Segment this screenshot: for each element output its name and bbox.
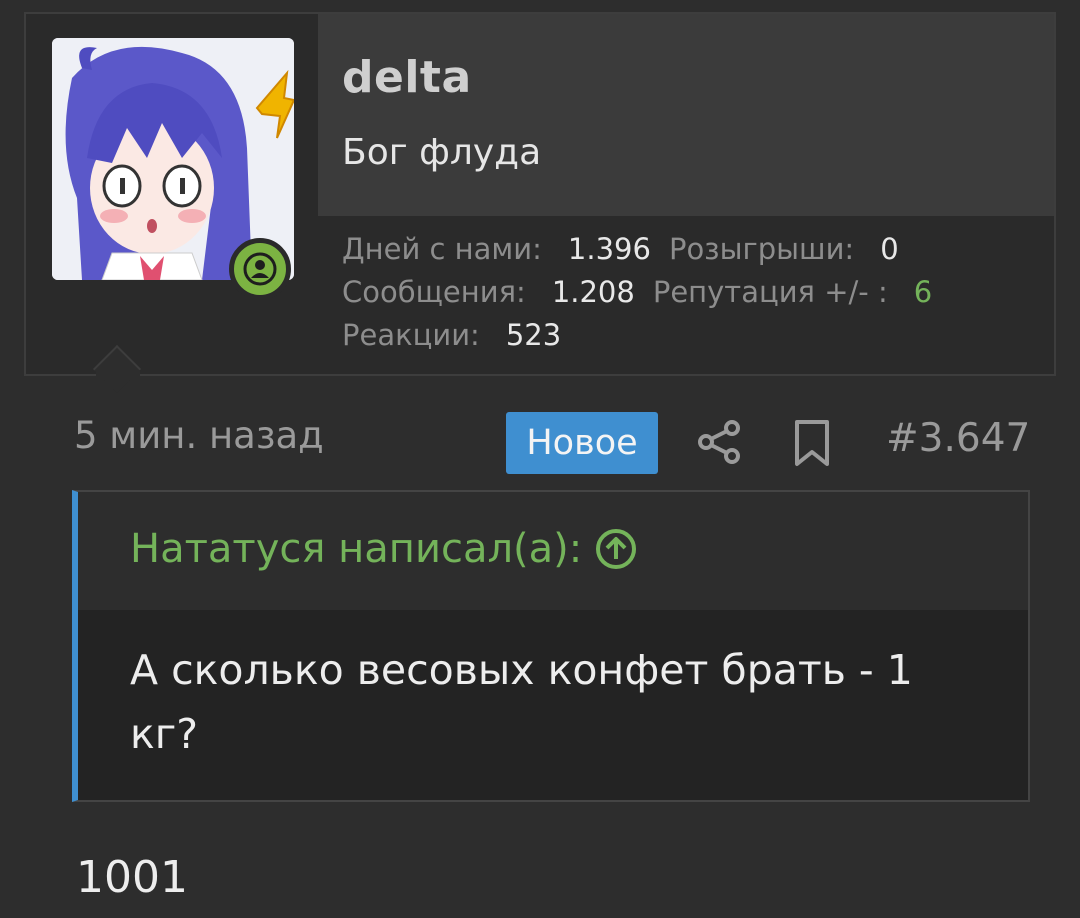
user-stats-panel: Дней с нами: 1.396 Розыгрыши: 0 Сообщения: 1… xyxy=(318,216,1054,374)
bookmark-icon[interactable] xyxy=(792,418,832,468)
giveaways-label: Розыгрыши: xyxy=(668,232,855,266)
quote-header: Нататуся написал(а): xyxy=(78,492,1028,610)
new-badge: Новое xyxy=(506,412,658,474)
quote-text: А сколько весовых конфет брать - 1 кг? xyxy=(130,646,913,758)
stat-row-2: Сообщения: 1.208 Репутация +/- : 6 xyxy=(342,271,950,314)
reactions-label: Реакции: xyxy=(342,318,480,352)
reactions-value: 523 xyxy=(505,318,562,352)
stat-row-1: Дней с нами: 1.396 Розыгрыши: 0 xyxy=(342,228,950,271)
messages-label: Сообщения: xyxy=(342,275,526,309)
online-status-badge xyxy=(229,238,291,300)
user-name-panel: delta Бог флуда xyxy=(318,14,1054,216)
post-time-link[interactable]: 5 мин. назад xyxy=(74,414,324,457)
reputation-label: Репутация +/- : xyxy=(652,275,888,309)
giveaways-value: 0 xyxy=(880,232,899,266)
messages-value[interactable]: 1.208 xyxy=(552,275,635,309)
days-label: Дней с нами: xyxy=(342,232,542,266)
username-link[interactable]: delta xyxy=(342,52,472,103)
pointer-cover xyxy=(96,370,140,380)
days-value: 1.396 xyxy=(567,232,651,266)
stat-row-3: Реакции: 523 xyxy=(342,314,950,357)
reputation-value: 6 xyxy=(913,275,933,309)
share-icon[interactable] xyxy=(696,418,744,466)
quote-author-link[interactable]: Нататуся написал(а): xyxy=(130,526,638,572)
post-number-link[interactable]: #3.647 xyxy=(886,416,1030,461)
post-meta-row: 5 мин. назад Новое #3.647 xyxy=(0,400,1080,480)
quote-author-label: Нататуся написал(а): xyxy=(130,526,583,572)
arrow-up-circle-icon[interactable] xyxy=(594,527,638,571)
post-body: 1001 xyxy=(76,852,188,903)
quote-block: Нататуся написал(а): А сколько весовых к… xyxy=(72,490,1030,802)
user-card: delta Бог флуда Дней с нами: 1.396 Розыгры… xyxy=(24,12,1056,376)
user-icon xyxy=(243,252,277,286)
user-title: Бог флуда xyxy=(342,132,542,173)
